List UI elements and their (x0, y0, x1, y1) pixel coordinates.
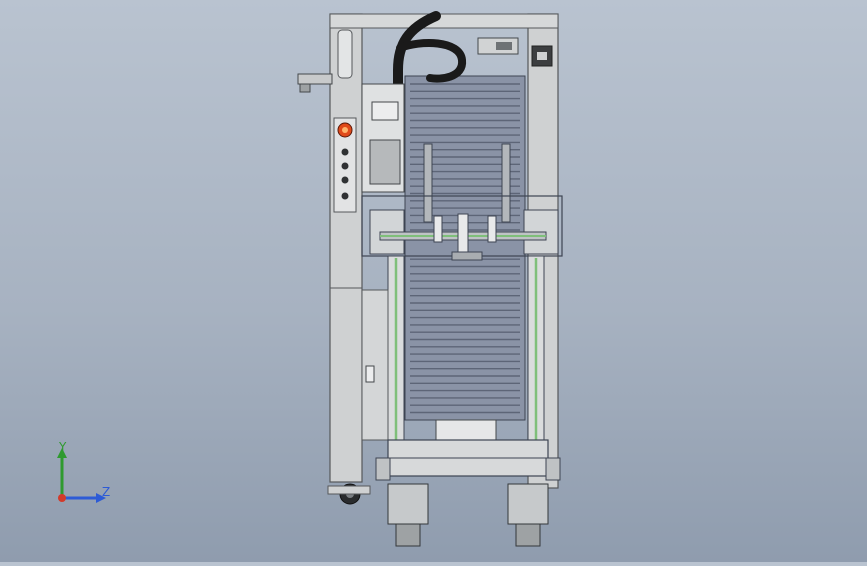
z-axis-label: Z (102, 485, 111, 499)
coordinate-triad: Y Z (50, 440, 120, 510)
left-frame-column (329, 13, 363, 483)
guide-rod-left (423, 143, 433, 223)
left-frame-slot (337, 29, 353, 79)
left-cabinet-handle (365, 365, 375, 383)
left-mount-foot (299, 83, 311, 93)
base-left-block (375, 457, 391, 481)
robot-arm-motor (369, 139, 401, 185)
left-lower-cabinet (361, 289, 389, 441)
base-right-block (545, 457, 561, 481)
top-module-connector (496, 42, 512, 50)
lift-platform (435, 419, 497, 443)
y-axis-label: Y (59, 440, 67, 454)
panel-button-2 (341, 162, 349, 170)
leveling-foot-left-pad (395, 523, 421, 547)
leveling-foot-left (387, 483, 429, 525)
top-crossbar (329, 13, 559, 29)
emergency-stop-cap (342, 127, 348, 133)
cable-carrier-loop (396, 39, 466, 83)
guide-rod-right (501, 143, 511, 223)
triad-origin (58, 494, 66, 502)
panel-button-3 (341, 176, 349, 184)
gripper-head (451, 251, 483, 261)
gripper-finger-1 (433, 215, 443, 243)
panel-button-4 (341, 192, 349, 200)
left-mount-bracket (297, 73, 333, 85)
caster-mount-left (327, 485, 371, 495)
cad-viewport[interactable]: Y Z (0, 0, 867, 562)
leveling-foot-right (507, 483, 549, 525)
power-switch-face (537, 52, 547, 60)
gripper-finger-2 (457, 213, 469, 255)
robot-arm-plate (371, 101, 399, 121)
machine-model (297, 11, 563, 547)
panel-button-1 (341, 148, 349, 156)
gripper-finger-3 (487, 215, 497, 243)
leveling-foot-right-pad (515, 523, 541, 547)
